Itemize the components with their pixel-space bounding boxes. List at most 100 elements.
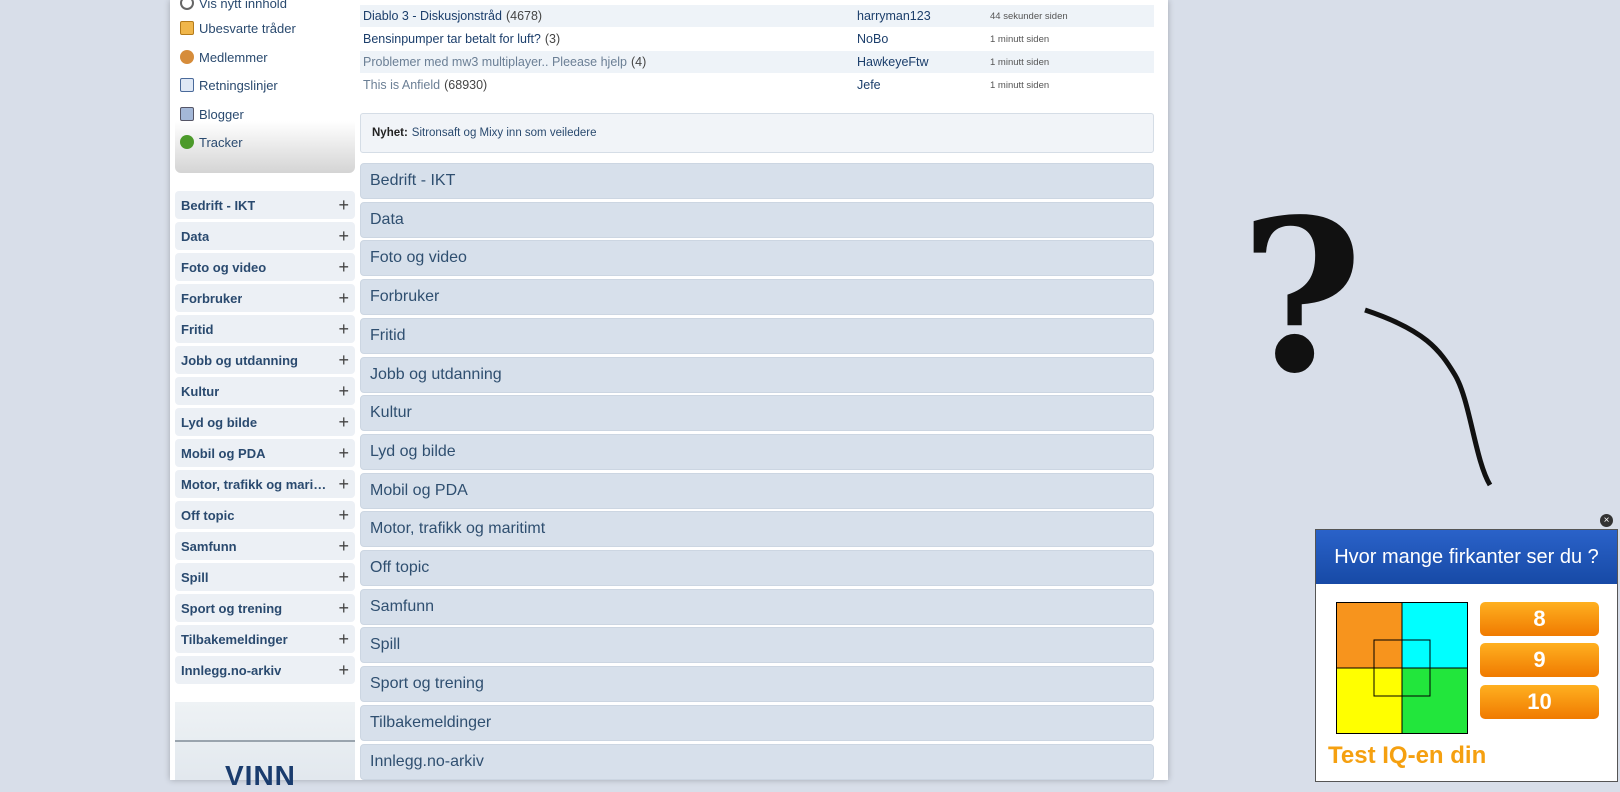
expand-plus-icon[interactable]: + — [338, 475, 349, 493]
forum-category-label: Tilbakemeldinger — [370, 713, 492, 731]
expand-plus-icon[interactable]: + — [338, 661, 349, 679]
sidebar-category-label: Forbruker — [181, 290, 243, 306]
iq-ad[interactable]: Hvor mange firkanter ser du ? 8 9 10 Tes… — [1315, 529, 1618, 782]
expand-plus-icon[interactable]: + — [338, 320, 349, 338]
forum-category-header[interactable]: Sport og trening — [360, 666, 1154, 703]
forum-category-header[interactable]: Fritid — [360, 317, 1154, 354]
forum-category-header[interactable]: Lyd og bilde — [360, 433, 1154, 470]
forum-category-label: Fritid — [370, 326, 406, 344]
forum-category-header[interactable]: Forbruker — [360, 279, 1154, 316]
forum-category-label: Foto og video — [370, 249, 467, 267]
sidebar-category-label: Motor, trafikk og maritimt — [181, 476, 329, 492]
answer-button-10[interactable]: 10 — [1480, 685, 1599, 719]
expand-plus-icon[interactable]: + — [338, 537, 349, 555]
thread-time: 44 sekunder siden — [990, 10, 1068, 22]
sidebar-category-label: Tilbakemeldinger — [181, 631, 288, 647]
menu-item-tracker[interactable]: Tracker — [180, 132, 243, 152]
sidebar-category-item[interactable]: Forbruker + — [175, 284, 355, 312]
unanswered-icon — [180, 21, 194, 35]
sidebar-category-item[interactable]: Lyd og bilde + — [175, 408, 355, 436]
forum-category-label: Jobb og utdanning — [370, 365, 502, 383]
forum-category-header[interactable]: Innlegg.no-arkiv — [360, 743, 1154, 780]
menu-item-new-content[interactable]: Vis nytt innhold — [180, 0, 287, 13]
thread-title-link[interactable]: Diablo 3 - Diskusjonstråd (4678) — [363, 9, 542, 23]
menu-item-members[interactable]: Medlemmer — [180, 47, 268, 67]
expand-plus-icon[interactable]: + — [338, 568, 349, 586]
reply-count: (68930) — [444, 78, 488, 92]
forum-category-header[interactable]: Foto og video — [360, 240, 1154, 277]
sidebar-category-item[interactable]: Innlegg.no-arkiv + — [175, 656, 355, 684]
sidebar-category-label: Data — [181, 228, 210, 244]
thread-title: Bensinpumper tar betalt for luft? — [363, 32, 541, 46]
forum-category-header[interactable]: Motor, trafikk og maritimt — [360, 511, 1154, 548]
menu-item-label: Vis nytt innhold — [199, 0, 287, 11]
expand-plus-icon[interactable]: + — [338, 382, 349, 400]
reply-count: (4678) — [505, 9, 543, 23]
expand-plus-icon[interactable]: + — [338, 227, 349, 245]
menu-item-blogs[interactable]: Blogger — [180, 104, 244, 124]
sidebar-category-item[interactable]: Motor, trafikk og maritimt + — [175, 470, 355, 498]
sidebar-category-item[interactable]: Mobil og PDA + — [175, 439, 355, 467]
new-content-icon — [180, 0, 194, 10]
sidebar-category-label: Foto og video — [181, 259, 267, 275]
expand-plus-icon[interactable]: + — [338, 630, 349, 648]
expand-plus-icon[interactable]: + — [338, 289, 349, 307]
thread-title-link[interactable]: This is Anfield (68930) — [363, 78, 487, 92]
forum-category-header[interactable]: Tilbakemeldinger — [360, 704, 1154, 741]
menu-item-label: Ubesvarte tråder — [199, 20, 296, 36]
expand-plus-icon[interactable]: + — [338, 506, 349, 524]
tracker-icon — [180, 135, 194, 149]
thread-title-link[interactable]: Problemer med mw3 multiplayer.. Pleease … — [363, 55, 646, 69]
answer-button-8[interactable]: 8 — [1480, 602, 1599, 636]
news-link[interactable]: Sitronsaft og Mixy inn som veiledere — [412, 127, 597, 139]
expand-plus-icon[interactable]: + — [338, 444, 349, 462]
forum-category-header[interactable]: Jobb og utdanning — [360, 356, 1154, 393]
thread-user-link[interactable]: NoBo — [857, 32, 888, 46]
sidebar-category-item[interactable]: Tilbakemeldinger + — [175, 625, 355, 653]
forum-category-label: Lyd og bilde — [370, 442, 456, 460]
rules-icon — [180, 78, 194, 92]
forum-category-header[interactable]: Bedrift - IKT — [360, 163, 1154, 199]
sidebar-category-item[interactable]: Foto og video + — [175, 253, 355, 281]
expand-plus-icon[interactable]: + — [338, 599, 349, 617]
sidebar-category-item[interactable]: Sport og trening + — [175, 594, 355, 622]
sidebar-category-item[interactable]: Kultur + — [175, 377, 355, 405]
forum-category-header[interactable]: Mobil og PDA — [360, 472, 1154, 509]
sidebar-category-item[interactable]: Spill + — [175, 563, 355, 591]
sidebar-category-item[interactable]: Off topic + — [175, 501, 355, 529]
question-mark-icon: ? — [1240, 200, 1363, 420]
forum-category-header[interactable]: Samfunn — [360, 588, 1154, 625]
forum-category-header[interactable]: Kultur — [360, 395, 1154, 432]
sidebar-category-item[interactable]: Data + — [175, 222, 355, 250]
sidebar-category-item[interactable]: Jobb og utdanning + — [175, 346, 355, 374]
news-label: Nyhet: — [372, 127, 408, 139]
expand-plus-icon[interactable]: + — [338, 196, 349, 214]
forum-category-header[interactable]: Spill — [360, 627, 1154, 664]
close-icon[interactable]: × — [1600, 514, 1613, 527]
thread-title: Diablo 3 - Diskusjonstråd — [363, 9, 502, 23]
page-content: Vis nytt innhold Ubesvarte tråder Medlem… — [170, 0, 1168, 791]
answer-button-9[interactable]: 9 — [1480, 643, 1599, 677]
expand-plus-icon[interactable]: + — [338, 351, 349, 369]
expand-plus-icon[interactable]: + — [338, 258, 349, 276]
expand-plus-icon[interactable]: + — [338, 413, 349, 431]
menu-item-unanswered[interactable]: Ubesvarte tråder — [180, 18, 296, 38]
sidebar-category-item[interactable]: Samfunn + — [175, 532, 355, 560]
sidebar-category-label: Samfunn — [181, 538, 237, 554]
forum-category-header[interactable]: Data — [360, 201, 1154, 238]
left-ad-banner[interactable]: VINN — [175, 702, 355, 791]
sidebar-category-label: Kultur — [181, 383, 220, 399]
reply-count: (3) — [544, 32, 561, 46]
thread-title-link[interactable]: Bensinpumper tar betalt for luft? (3) — [363, 32, 560, 46]
menu-item-rules[interactable]: Retningslinjer — [180, 75, 278, 95]
sidebar-category-item[interactable]: Bedrift - IKT + — [175, 191, 355, 219]
forum-category-header[interactable]: Off topic — [360, 550, 1154, 586]
thread-title: Problemer med mw3 multiplayer.. Pleease … — [363, 55, 628, 69]
thread-title: This is Anfield — [363, 78, 441, 92]
thread-user-link[interactable]: HawkeyeFtw — [857, 55, 929, 69]
menu-item-label: Medlemmer — [199, 49, 268, 65]
sidebar-category-item[interactable]: Fritid + — [175, 315, 355, 343]
sidebar-top-menu: Vis nytt innhold Ubesvarte tråder Medlem… — [175, 0, 355, 173]
thread-user-link[interactable]: harryman123 — [857, 9, 931, 23]
thread-user-link[interactable]: Jefe — [857, 78, 881, 92]
